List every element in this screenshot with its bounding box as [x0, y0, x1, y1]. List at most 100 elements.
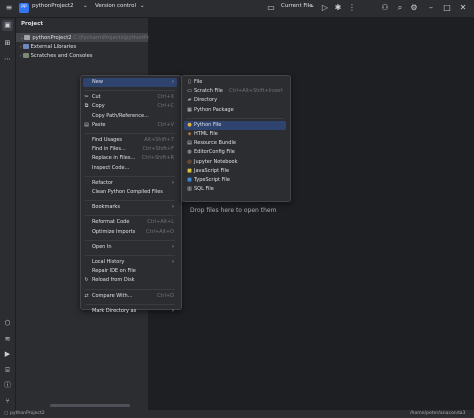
- menu-item-python-file[interactable]: ● Python File: [184, 120, 286, 130]
- menu-item-python-package[interactable]: ▦ Python Package: [184, 106, 286, 115]
- sql-icon: ▥: [187, 186, 192, 193]
- menu-item-scratch-file[interactable]: ▭ Scratch File Ctrl+Alt+Shift+Insert: [184, 87, 286, 96]
- menu-item-local-history[interactable]: Local History ›: [83, 258, 177, 267]
- status-breadcrumb[interactable]: pythonProject2: [10, 410, 45, 418]
- scratch-file-icon: ▭: [187, 88, 192, 95]
- reload-icon: ↻: [84, 277, 89, 284]
- menu-item-optimize-imports[interactable]: Optimize Imports Ctrl+Alt+O: [83, 228, 177, 237]
- submenu-arrow-icon: ›: [172, 179, 174, 186]
- menu-item-shortcut: Ctrl+V: [157, 121, 174, 128]
- drop-files-hint: Drop files here to open them: [190, 207, 277, 214]
- status-interpreter[interactable]: /home/peter/anaconda3: [410, 410, 465, 418]
- tree-item-label: External Libraries: [30, 44, 77, 50]
- project-tool-icon[interactable]: ▣: [2, 20, 13, 31]
- menu-item-label: Scratch File: [194, 88, 223, 95]
- menu-item-reformat-code[interactable]: Reformat Code Ctrl+Alt+L: [83, 218, 177, 227]
- menu-item-shortcut: Ctrl+Shift+R: [141, 155, 174, 162]
- menu-item-label: SQL File: [194, 186, 214, 193]
- menu-item-label: Optimize Imports: [92, 228, 136, 235]
- terminal-icon[interactable]: ⌸: [2, 365, 13, 376]
- menu-item-jupyter-notebook[interactable]: ◎ Jupyter Notebook: [184, 158, 286, 167]
- menu-separator: [85, 200, 175, 202]
- menu-item-inspect-code[interactable]: Inspect Code...: [83, 164, 177, 173]
- tree-item-scratches[interactable]: › Scratches and Consoles: [16, 51, 148, 60]
- menu-item-copy-path-reference[interactable]: Copy Path/Reference...: [83, 112, 177, 121]
- menu-item-new[interactable]: New ›: [83, 78, 177, 87]
- settings-gear-icon[interactable]: ⚙: [409, 3, 419, 13]
- menu-item-html-file[interactable]: ◈ HTML File: [184, 130, 286, 139]
- menu-separator: [85, 215, 175, 217]
- menu-item-paste[interactable]: ▤ Paste Ctrl+V: [83, 121, 177, 130]
- tree-item-project-root[interactable]: ⌄ pythonProject2 C:\PycharmProjects\pytho…: [16, 33, 152, 42]
- vcs-dropdown[interactable]: Version control: [95, 3, 136, 9]
- new-submenu: ▯ File ▭ Scratch File Ctrl+Alt+Shift+Insert ▰…: [181, 75, 291, 202]
- menu-item-label: Mark Directory as: [92, 307, 137, 314]
- git-icon[interactable]: ⑂: [2, 396, 13, 407]
- menu-item-sql-file[interactable]: ▥ SQL File: [184, 185, 286, 194]
- menu-item-replace-in-files[interactable]: Replace in Files... Ctrl+Shift+R: [83, 154, 177, 163]
- menu-item-bookmarks[interactable]: Bookmarks ›: [83, 203, 177, 212]
- more-tools-icon[interactable]: ⋯: [2, 54, 13, 65]
- menu-item-copy[interactable]: ⧉ Copy Ctrl+C: [83, 102, 177, 111]
- menu-item-open-in[interactable]: Open In ›: [83, 243, 177, 252]
- menu-item-file[interactable]: ▯ File: [184, 78, 286, 87]
- structure-tool-icon[interactable]: ⊞: [2, 38, 13, 49]
- menu-item-label: Refactor: [92, 179, 113, 186]
- menu-item-find-usages[interactable]: Find Usages Alt+Shift+7: [83, 136, 177, 145]
- menu-item-find-in-files[interactable]: Find in Files... Ctrl+Shift+F: [83, 145, 177, 154]
- services-icon[interactable]: ▶: [2, 349, 13, 360]
- menu-separator: [85, 133, 175, 134]
- menu-item-label: Bookmarks: [92, 204, 120, 211]
- hamburger-menu-icon[interactable]: ≡: [4, 3, 14, 13]
- run-config-dropdown[interactable]: Current File: [281, 3, 313, 9]
- menu-separator: [85, 239, 175, 241]
- menu-item-editorconfig-file[interactable]: ◍ EditorConfig File: [184, 148, 286, 157]
- add-user-icon[interactable]: ⚇: [380, 3, 390, 13]
- compare-icon: ⇄: [84, 292, 89, 299]
- menu-item-javascript-file[interactable]: ■ JavaScript File: [184, 167, 286, 176]
- menu-item-label: Clean Python Compiled Files: [92, 189, 163, 195]
- layers-icon[interactable]: ≋: [2, 334, 13, 345]
- menu-item-directory[interactable]: ▰ Directory: [184, 96, 286, 105]
- menu-item-refactor[interactable]: Refactor ›: [83, 179, 177, 188]
- tree-item-external-libraries[interactable]: › External Libraries: [16, 42, 148, 51]
- menu-item-clean-python-compiled-files[interactable]: Clean Python Compiled Files: [83, 188, 177, 197]
- menu-item-reload-from-disk[interactable]: ↻ Reload from Disk: [83, 276, 177, 285]
- maximize-icon[interactable]: □: [442, 3, 452, 13]
- folder-icon: [24, 35, 31, 40]
- editorconfig-icon: ◍: [187, 149, 192, 156]
- menu-separator: [85, 288, 175, 290]
- debug-icon[interactable]: ✱: [333, 3, 343, 13]
- project-panel-header[interactable]: Project: [21, 21, 43, 27]
- menu-item-label: JavaScript File: [194, 167, 230, 174]
- menu-separator: [85, 255, 175, 256]
- menu-item-shortcut: Ctrl+D: [157, 292, 174, 299]
- menu-item-shortcut: Ctrl+Shift+F: [142, 146, 174, 153]
- menu-item-resource-bundle[interactable]: ▤ Resource Bundle: [184, 139, 286, 148]
- horizontal-scrollbar[interactable]: [50, 404, 130, 407]
- window-layout-icon[interactable]: ▭: [266, 3, 276, 13]
- project-dropdown-chevron-icon: ⌄: [83, 3, 88, 9]
- python-packages-icon[interactable]: ⬡: [2, 318, 13, 329]
- run-icon[interactable]: ▷: [320, 3, 330, 13]
- typescript-icon: ■: [187, 177, 192, 183]
- problems-icon[interactable]: ⓘ: [2, 380, 13, 391]
- project-badge[interactable]: PP: [19, 3, 29, 13]
- project-name-dropdown[interactable]: pythonProject2: [32, 3, 74, 9]
- menu-item-cut[interactable]: ✂ Cut Ctrl+X: [83, 93, 177, 102]
- minimize-icon[interactable]: –: [426, 3, 436, 13]
- status-bar: ▢ pythonProject2 /home/peter/anaconda3: [0, 410, 474, 418]
- submenu-arrow-icon: ›: [172, 307, 174, 314]
- search-icon[interactable]: ⌕: [395, 3, 405, 13]
- menu-item-label: EditorConfig File: [194, 149, 235, 156]
- menu-item-shortcut: Alt+Shift+7: [144, 137, 174, 143]
- menu-item-repair-ide-on-file[interactable]: Repair IDE on File: [83, 267, 177, 276]
- close-icon[interactable]: ✕: [458, 3, 468, 13]
- menu-item-compare-with[interactable]: ⇄ Compare With... Ctrl+D: [83, 292, 177, 301]
- menu-item-label: Resource Bundle: [194, 140, 236, 147]
- menu-item-typescript-file[interactable]: ■ TypeScript File: [184, 176, 286, 185]
- run-config-chevron-icon: ⌄: [310, 3, 315, 9]
- menu-item-mark-directory-as[interactable]: Mark Directory as ›: [83, 307, 177, 316]
- more-actions-icon[interactable]: ⋮: [347, 3, 357, 13]
- python-icon: ●: [187, 121, 192, 128]
